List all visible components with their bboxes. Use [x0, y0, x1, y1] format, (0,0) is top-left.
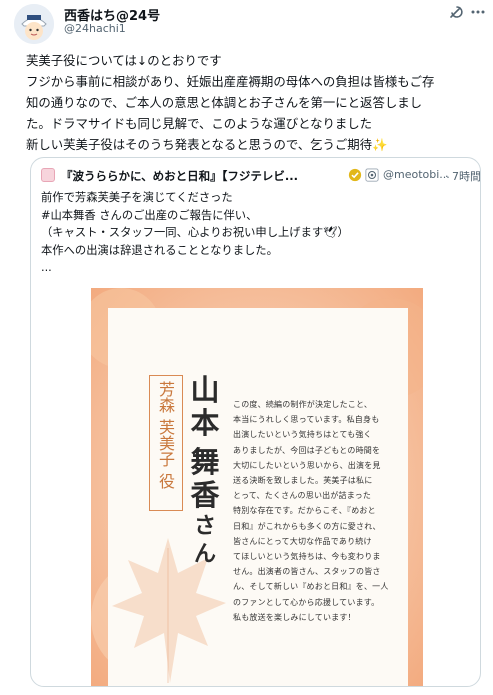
- tweet-line: フジから事前に相談があり、妊娠出産産褥期の母体への負担は皆様もご存: [26, 74, 435, 89]
- tweet-text: 芙美子役については↓のとおりです フジから事前に相談があり、妊娠出産産褥期の母体…: [26, 50, 486, 155]
- quoted-line: #山本舞香 さんのご出産のご報告に伴い、: [41, 208, 258, 222]
- affiliate-icon: [365, 168, 379, 182]
- grok-icon[interactable]: [448, 4, 464, 20]
- quoted-tweet-text: 前作で芳森芙美子を演じてくださった #山本舞香 さんのご出産のご報告に伴い、 （…: [41, 189, 471, 277]
- actor-name: 山 本 舞 香 さ ん: [190, 373, 220, 568]
- role-label: 芳 森 芙 美 子 役: [159, 380, 176, 491]
- user-handle[interactable]: @24hachi1: [64, 22, 126, 35]
- actor-message: この度、続編の制作が決定したこと、 本当にうれしく思っています。私自身も 出演し…: [233, 400, 389, 622]
- quoted-timestamp[interactable]: · 7時間: [445, 168, 480, 184]
- quoted-image[interactable]: 芳 森 芙 美 子 役 山 本 舞 香 さ ん この度、続編の制作が決定したこと…: [91, 288, 423, 686]
- quoted-line: ...: [41, 261, 52, 274]
- tweet-header: 西香はち@24号 @24hachi1: [0, 0, 493, 44]
- quoted-line: 本作への出演は辞退されることとなりました。: [41, 243, 278, 257]
- verified-badge-icon: [348, 168, 362, 182]
- quoted-line: 前作で芳森芙美子を演じてくださった: [41, 191, 233, 204]
- tweet-line: 新しい芙美子役はそのうち発表となると思うので、乞うご期待✨: [26, 137, 388, 152]
- tweet-line: た。ドラマサイドも同じ見解で、このような運びとなりました: [26, 116, 373, 131]
- avatar[interactable]: [14, 4, 54, 44]
- quoted-tweet[interactable]: 『波うららかに、めおと日和』【フジテレビ... @meotobi... · 7時…: [30, 157, 481, 687]
- more-icon[interactable]: [470, 4, 486, 20]
- tweet-line: 知の通りなので、ご本人の意思と体調とお子さんを第一にと返答しまし: [26, 95, 423, 110]
- quoted-avatar[interactable]: [41, 168, 55, 182]
- quoted-handle[interactable]: @meotobi...: [383, 168, 450, 181]
- quoted-line: （キャスト・スタッフ一同、心よりお祝い申し上げます🕊）: [41, 226, 349, 239]
- quoted-display-name[interactable]: 『波うららかに、めおと日和』【フジテレビ...: [61, 168, 298, 184]
- tweet-line: 芙美子役については↓のとおりです: [26, 53, 222, 68]
- message-panel: 芳 森 芙 美 子 役 山 本 舞 香 さ ん この度、続編の制作が決定したこと…: [108, 308, 408, 686]
- role-box: 芳 森 芙 美 子 役: [149, 375, 183, 511]
- quoted-tweet-header: 『波うららかに、めおと日和』【フジテレビ... @meotobi... · 7時…: [41, 167, 480, 185]
